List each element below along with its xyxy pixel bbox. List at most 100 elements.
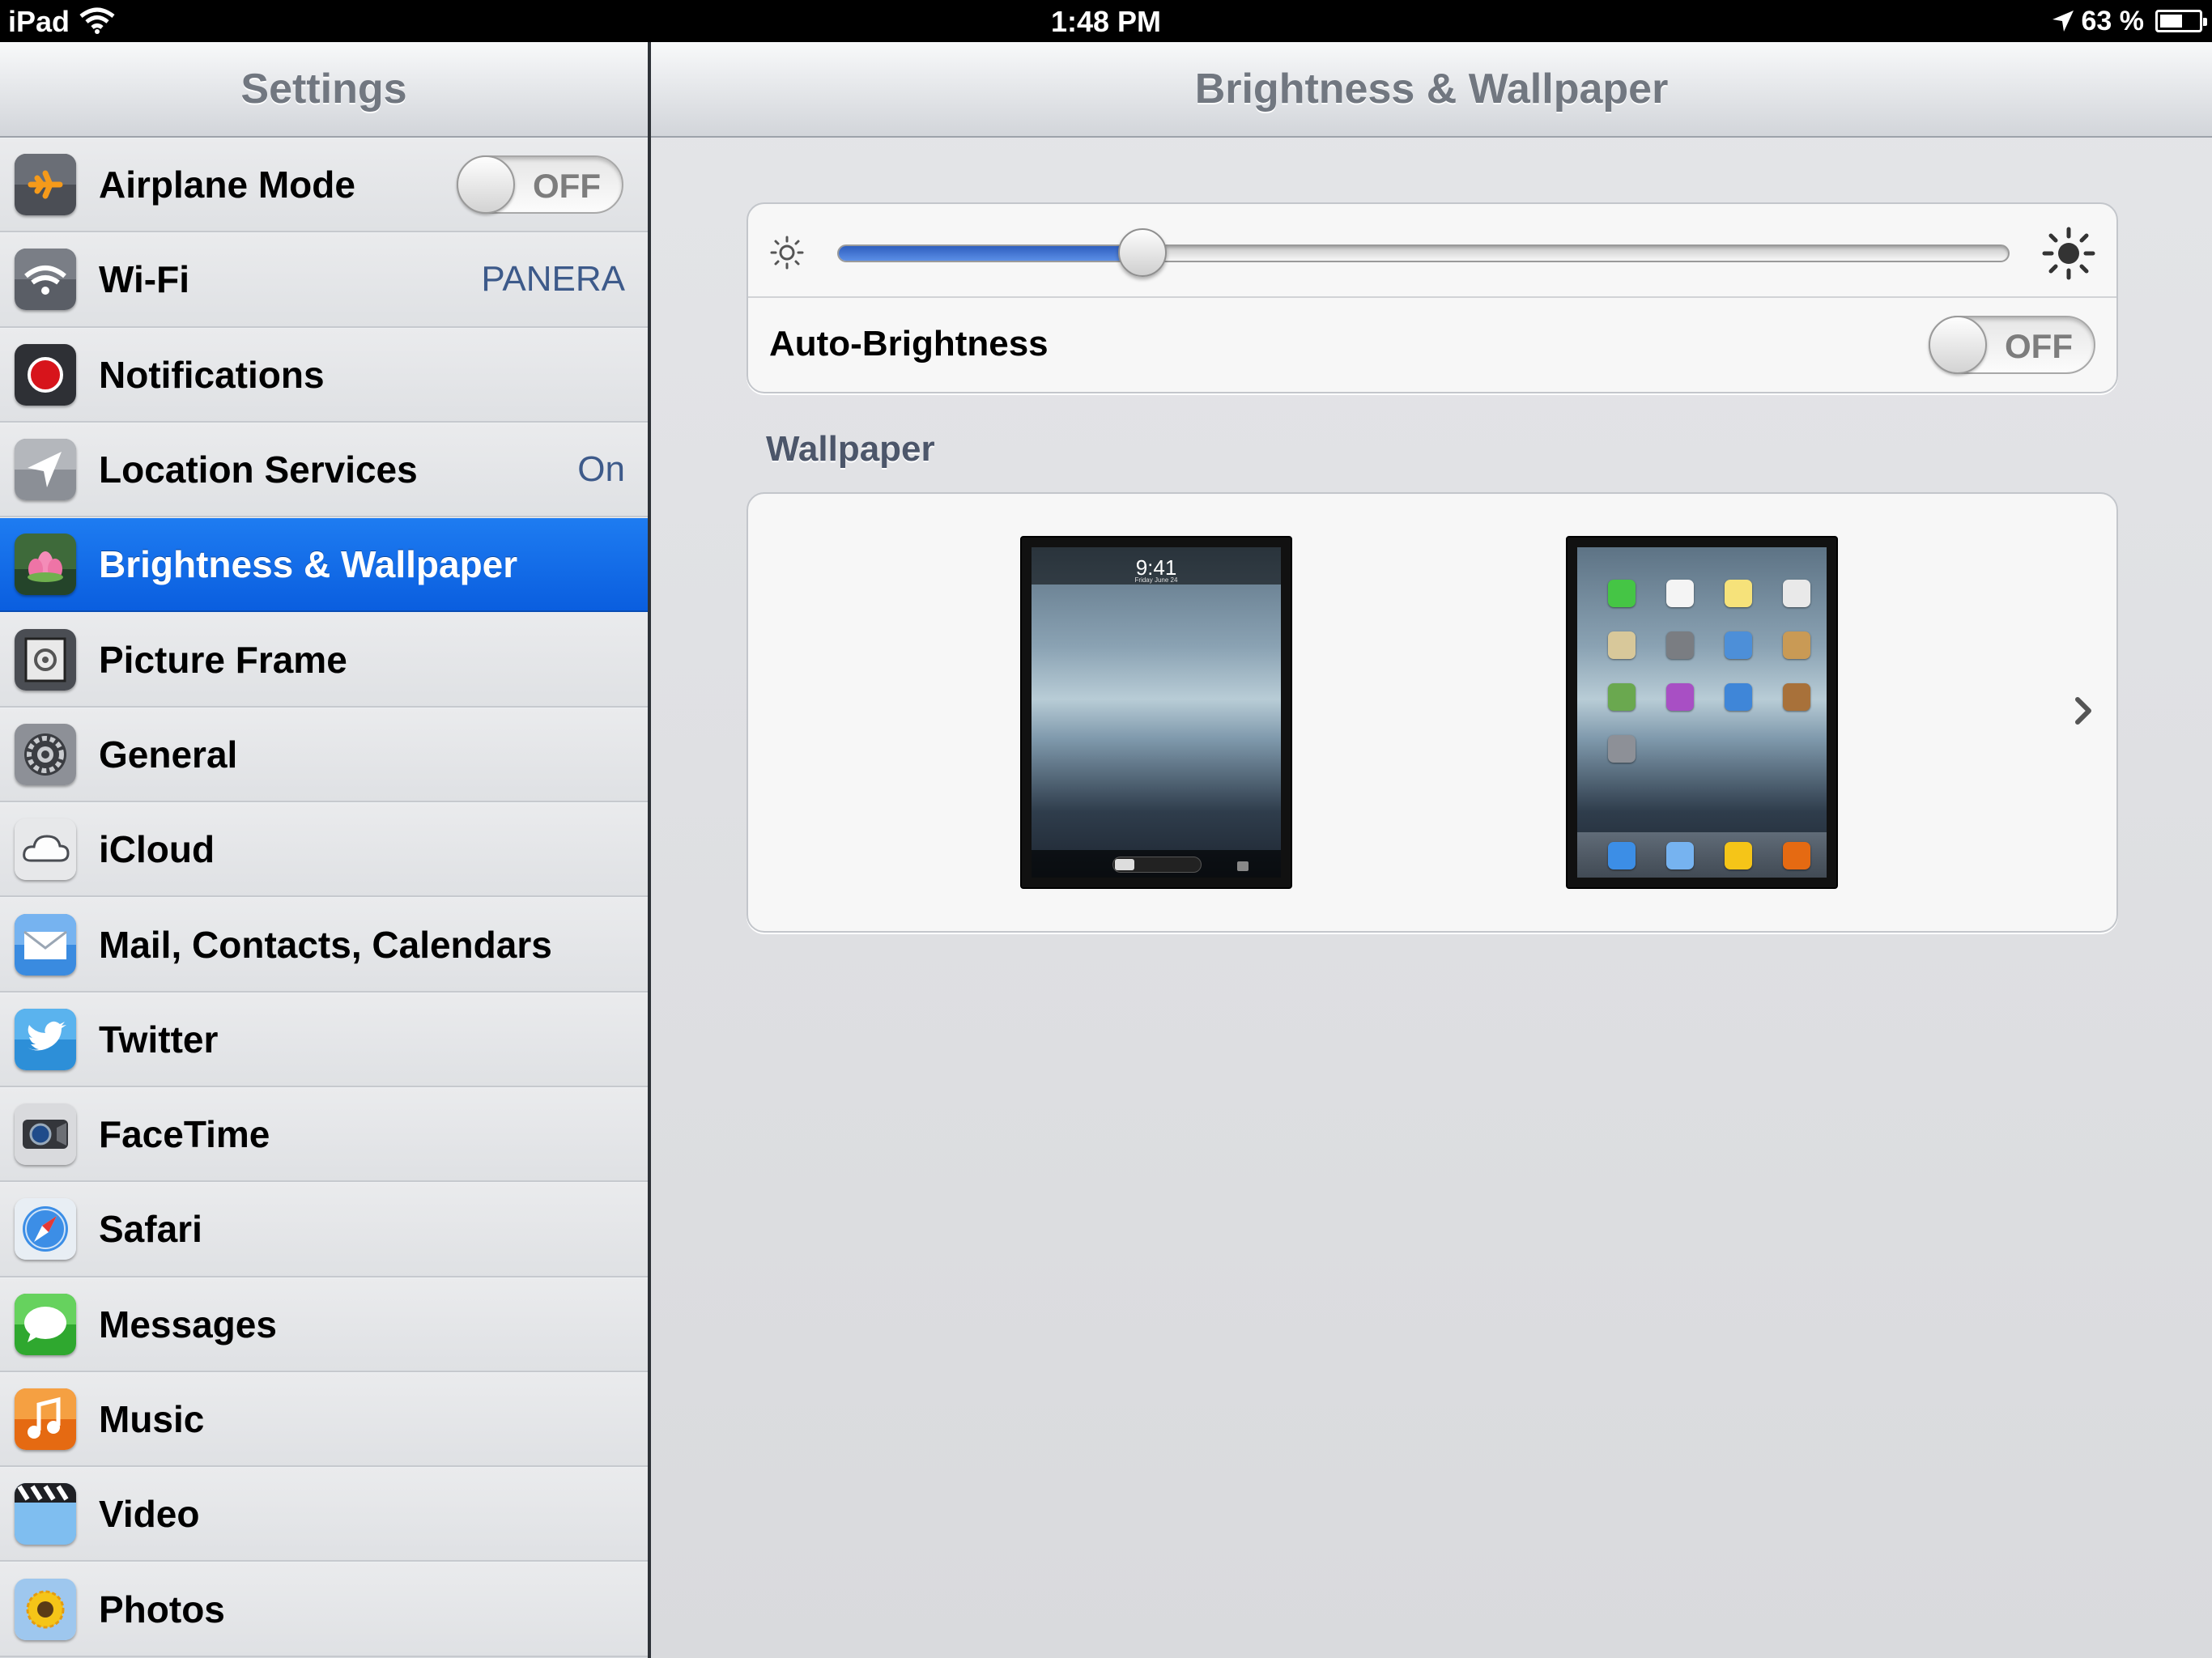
sidebar-item-label: iCloud bbox=[99, 828, 215, 871]
auto-brightness-label: Auto-Brightness bbox=[769, 324, 1049, 363]
sidebar-item-icloud[interactable]: iCloud bbox=[0, 802, 648, 898]
brightness-slider-row bbox=[748, 204, 2116, 298]
videos-icon bbox=[1725, 631, 1752, 659]
messages-icon bbox=[15, 1293, 76, 1355]
sidebar-item-photos[interactable]: Photos bbox=[0, 1562, 648, 1657]
gear-icon bbox=[15, 723, 76, 785]
lock-screen-preview: 9:41 Friday June 24 bbox=[1032, 547, 1281, 878]
picture-frame-icon bbox=[1237, 861, 1249, 871]
detail-navbar: Brightness & Wallpaper bbox=[651, 42, 2212, 138]
sidebar-navbar: Settings bbox=[0, 42, 648, 138]
home-app-grid bbox=[1608, 580, 1810, 763]
sidebar-item-label: Safari bbox=[99, 1208, 202, 1251]
photos-icon bbox=[1725, 842, 1752, 869]
messages-icon bbox=[1608, 580, 1636, 607]
detail-title: Brightness & Wallpaper bbox=[1194, 66, 1669, 113]
video-icon bbox=[15, 1483, 76, 1545]
mail-icon bbox=[1666, 842, 1694, 869]
settings-icon bbox=[1608, 735, 1636, 763]
home-screen-wallpaper-thumbnail[interactable] bbox=[1566, 536, 1838, 889]
toggle-knob[interactable] bbox=[1929, 316, 1987, 374]
sidebar-item-notifications[interactable]: Notifications bbox=[0, 327, 648, 423]
sidebar-item-label: Location Services bbox=[99, 449, 418, 491]
sidebar-item-label: Twitter bbox=[99, 1018, 219, 1061]
sidebar-item-label: Notifications bbox=[99, 353, 325, 396]
sidebar-item-wifi[interactable]: Wi-Fi PANERA bbox=[0, 232, 648, 328]
toggle-knob[interactable] bbox=[457, 155, 515, 215]
auto-brightness-toggle[interactable]: OFF bbox=[1929, 316, 2095, 374]
sidebar-item-label: Photos bbox=[99, 1588, 225, 1630]
slide-to-unlock bbox=[1112, 857, 1202, 873]
brightness-slider[interactable] bbox=[837, 228, 2010, 277]
photos-icon bbox=[15, 1578, 76, 1640]
sidebar-item-video[interactable]: Video bbox=[0, 1467, 648, 1562]
sidebar-item-messages[interactable]: Messages bbox=[0, 1277, 648, 1372]
sidebar-item-picture-frame[interactable]: Picture Frame bbox=[0, 612, 648, 708]
sidebar-item-brightness-wallpaper[interactable]: Brightness & Wallpaper bbox=[0, 517, 648, 613]
sidebar-item-label: Picture Frame bbox=[99, 638, 347, 681]
sidebar-item-general[interactable]: General bbox=[0, 707, 648, 803]
location-icon bbox=[15, 439, 76, 501]
sidebar-item-twitter[interactable]: Twitter bbox=[0, 992, 648, 1087]
brightness-group: Auto-Brightness OFF bbox=[747, 202, 2118, 393]
newsstand-icon bbox=[1783, 683, 1810, 711]
status-time: 1:48 PM bbox=[1050, 5, 1162, 38]
toggle-state: OFF bbox=[2005, 327, 2073, 365]
sidebar-item-label: Messages bbox=[99, 1303, 277, 1346]
notes-icon bbox=[1725, 580, 1752, 607]
location-services-value: On bbox=[577, 449, 625, 490]
game-center-icon bbox=[1608, 683, 1636, 711]
status-bar: iPad 1:48 PM 63 % bbox=[0, 0, 2212, 42]
settings-sidebar: Settings Airplane Mode OFF Wi-Fi PANERA … bbox=[0, 42, 648, 1658]
sidebar-title: Settings bbox=[240, 66, 407, 113]
brightness-wallpaper-icon bbox=[15, 534, 76, 596]
wallpaper-section-header: Wallpaper bbox=[766, 429, 935, 469]
sidebar-item-label: Mail, Contacts, Calendars bbox=[99, 923, 552, 966]
sidebar-item-label: Brightness & Wallpaper bbox=[99, 543, 518, 586]
lock-screen-wallpaper-thumbnail[interactable]: 9:41 Friday June 24 bbox=[1020, 536, 1292, 889]
music-icon bbox=[1783, 842, 1810, 869]
detail-pane: Brightness & Wallpaper Auto-Brightness O… bbox=[651, 42, 2212, 1658]
battery-icon bbox=[2155, 10, 2207, 32]
sidebar-item-label: Wi-Fi bbox=[99, 258, 189, 301]
sidebar-item-music[interactable]: Music bbox=[0, 1371, 648, 1468]
location-arrow-icon bbox=[2052, 11, 2074, 32]
safari-icon bbox=[1608, 842, 1636, 869]
sidebar-item-safari[interactable]: Safari bbox=[0, 1182, 648, 1278]
airplane-icon bbox=[15, 154, 76, 216]
mail-icon bbox=[15, 913, 76, 976]
itunes-icon bbox=[1666, 683, 1694, 711]
app-store-icon bbox=[1725, 683, 1752, 711]
sidebar-item-airplane-mode[interactable]: Airplane Mode OFF bbox=[0, 138, 648, 233]
toggle-state: OFF bbox=[533, 167, 601, 206]
notifications-icon bbox=[15, 343, 76, 406]
wifi-network-value: PANERA bbox=[481, 259, 625, 300]
auto-brightness-row: Auto-Brightness OFF bbox=[748, 298, 2116, 393]
sidebar-item-facetime[interactable]: FaceTime bbox=[0, 1086, 648, 1183]
home-dock bbox=[1577, 832, 1827, 878]
sidebar-item-location-services[interactable]: Location Services On bbox=[0, 422, 648, 518]
safari-icon bbox=[15, 1198, 76, 1261]
twitter-icon bbox=[15, 1008, 76, 1070]
calendar-icon bbox=[1666, 580, 1694, 607]
lock-screen-bottom-bar bbox=[1032, 850, 1281, 878]
airplane-mode-toggle[interactable]: OFF bbox=[457, 155, 623, 215]
lock-screen-date: Friday June 24 bbox=[1134, 576, 1178, 584]
picture-frame-icon bbox=[15, 628, 76, 691]
icloud-icon bbox=[15, 818, 76, 881]
status-right: 63 % bbox=[2051, 5, 2207, 37]
contacts-icon bbox=[1783, 631, 1810, 659]
chevron-right-icon[interactable] bbox=[2071, 693, 2095, 729]
sidebar-item-mail-contacts-calendars[interactable]: Mail, Contacts, Calendars bbox=[0, 897, 648, 993]
brightness-slider-fill bbox=[839, 246, 1143, 261]
lock-screen-clock-bar: 9:41 Friday June 24 bbox=[1032, 547, 1281, 585]
sidebar-item-label: Airplane Mode bbox=[99, 164, 355, 206]
brightness-high-icon bbox=[2042, 227, 2095, 280]
maps-icon bbox=[1608, 631, 1636, 659]
settings-list: Airplane Mode OFF Wi-Fi PANERA Notificat… bbox=[0, 138, 648, 1657]
brightness-slider-knob[interactable] bbox=[1118, 228, 1168, 277]
battery-percent: 63 % bbox=[2081, 5, 2145, 36]
sidebar-item-label: Video bbox=[99, 1493, 200, 1536]
wallpaper-row[interactable]: 9:41 Friday June 24 bbox=[747, 492, 2118, 933]
battery-fill bbox=[2160, 15, 2182, 28]
